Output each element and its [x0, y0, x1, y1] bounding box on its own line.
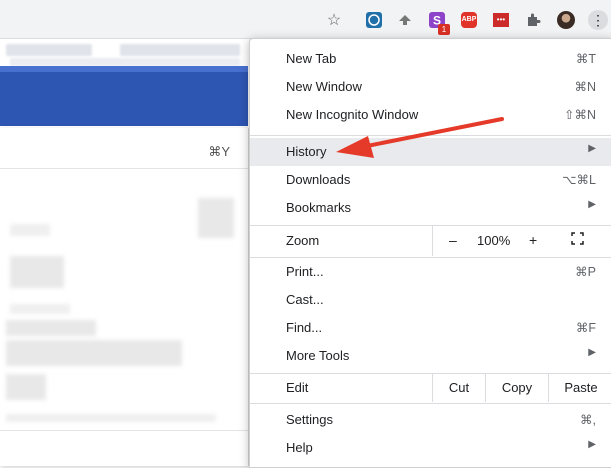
zoom-in-button[interactable]: + — [529, 232, 537, 248]
history-shortcut: ⌘Y — [208, 144, 230, 159]
menu-item-label: Downloads — [286, 172, 351, 187]
submenu-arrow-icon: ▶ — [588, 439, 596, 450]
menu-item-print[interactable]: Print... ⌘P — [250, 258, 611, 286]
shortcut-label: ⌥⌘L — [562, 173, 596, 187]
divider — [0, 430, 248, 431]
menu-item-new-incognito-window[interactable]: New Incognito Window ⇧⌘N — [250, 101, 611, 129]
menu-divider — [250, 135, 611, 136]
menu-item-settings[interactable]: Settings ⌘, — [250, 406, 611, 434]
extensions-puzzle-icon[interactable] — [524, 11, 542, 29]
menu-item-label: Cast... — [286, 292, 324, 307]
menu-item-label: More Tools — [286, 348, 350, 363]
menu-divider — [250, 403, 611, 404]
menu-item-history[interactable]: History ▶ — [250, 138, 611, 166]
compass-extension-icon[interactable] — [365, 11, 383, 29]
blurred-item — [10, 304, 70, 314]
submenu-arrow-icon: ▶ — [588, 347, 596, 358]
blurred-text — [120, 44, 240, 56]
shortcut-label: ⌘N — [574, 80, 596, 94]
menu-row-edit: Edit Cut Copy Paste — [250, 374, 611, 402]
paste-button[interactable]: Paste — [548, 374, 611, 402]
zoom-controls: – 100% + — [432, 226, 611, 256]
menu-item-bookmarks[interactable]: Bookmarks ▶ — [250, 194, 611, 222]
menu-item-label: New Incognito Window — [286, 107, 419, 122]
puzzle-shape-extension-icon[interactable] — [396, 11, 414, 29]
menu-item-help[interactable]: Help ▶ — [250, 434, 611, 462]
menu-item-new-window[interactable]: New Window ⌘N — [250, 73, 611, 101]
menu-item-new-tab[interactable]: New Tab ⌘T — [250, 45, 611, 73]
adblock-extension-icon[interactable]: ABP — [460, 11, 478, 29]
cut-button[interactable]: Cut — [432, 374, 485, 402]
blurred-item — [6, 374, 46, 400]
chrome-main-menu: New Tab ⌘T New Window ⌘N New Incognito W… — [249, 38, 611, 468]
address-bar[interactable] — [0, 4, 360, 34]
zoom-out-button[interactable]: – — [449, 232, 457, 248]
blurred-text — [10, 58, 240, 66]
submenu-arrow-icon: ▶ — [588, 143, 596, 154]
zoom-label: Zoom — [286, 233, 320, 248]
profile-avatar[interactable] — [557, 11, 575, 29]
menu-item-label: Settings — [286, 412, 333, 427]
history-submenu: ⌘Y — [0, 128, 249, 466]
blurred-item — [10, 256, 64, 288]
fullscreen-icon[interactable] — [571, 232, 584, 245]
menu-item-label: Find... — [286, 320, 323, 335]
blurred-item — [10, 224, 50, 236]
blurred-item — [6, 320, 96, 336]
menu-item-find[interactable]: Find... ⌘F — [250, 314, 611, 342]
menu-item-label: Help — [286, 440, 313, 455]
copy-button[interactable]: Copy — [485, 374, 548, 402]
shortcut-label: ⌘P — [575, 265, 596, 279]
menu-item-label: Bookmarks — [286, 200, 352, 215]
browser-toolbar: ☆ S 1 ABP ••• ⋮ — [0, 0, 611, 39]
extension-badge: 1 — [438, 24, 450, 35]
blurred-item — [6, 340, 182, 366]
menu-item-label: New Window — [286, 79, 362, 94]
blurred-text — [6, 44, 92, 56]
page-header-bar — [0, 72, 248, 126]
menu-item-more-tools[interactable]: More Tools ▶ — [250, 342, 611, 370]
menu-row-zoom: Zoom – 100% + — [250, 226, 611, 256]
shortcut-label: ⌘F — [575, 321, 596, 335]
bookmark-star-icon[interactable]: ☆ — [325, 11, 343, 29]
submenu-arrow-icon: ▶ — [588, 199, 596, 210]
dots-extension-icon[interactable]: ••• — [492, 11, 510, 29]
menu-item-label: History — [286, 144, 327, 159]
menu-item-label: Print... — [286, 264, 324, 279]
menu-item-downloads[interactable]: Downloads ⌥⌘L — [250, 166, 611, 194]
blurred-item — [6, 414, 216, 422]
edit-label: Edit — [286, 380, 309, 395]
menu-item-label: New Tab — [286, 51, 337, 66]
shortcut-label: ⇧⌘N — [563, 108, 596, 122]
shortcut-label: ⌘, — [580, 413, 596, 427]
blurred-item — [198, 198, 234, 238]
menu-item-cast[interactable]: Cast... — [250, 286, 611, 314]
history-submenu-row[interactable]: ⌘Y — [0, 138, 248, 169]
shortcut-label: ⌘T — [575, 52, 596, 66]
more-menu-icon[interactable]: ⋮ — [588, 10, 608, 30]
zoom-level: 100% — [477, 233, 511, 248]
